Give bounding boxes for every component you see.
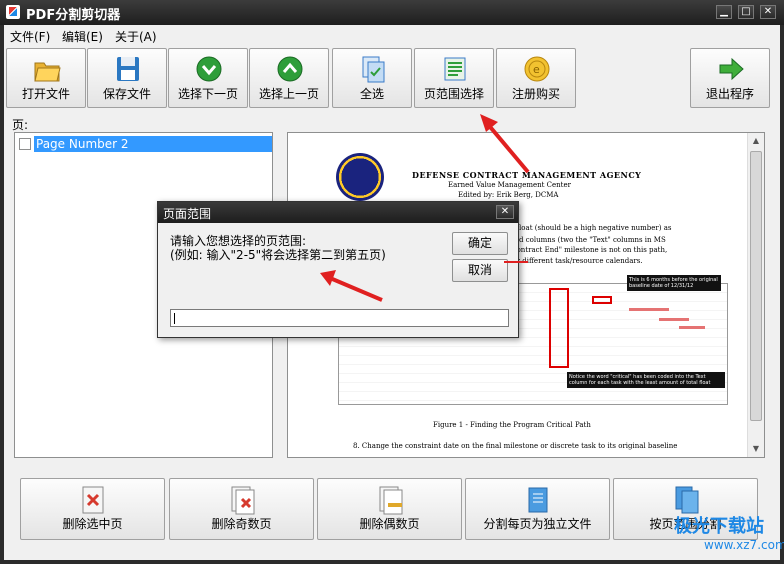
- select-all-label: 全选: [359, 87, 384, 101]
- exit-program-button[interactable]: 退出程序: [690, 48, 770, 108]
- page-checkbox[interactable]: [19, 138, 31, 150]
- select-all-pages-icon: [362, 56, 385, 83]
- menu-bar: 文件(F) 编辑(E) 关于(A): [4, 25, 780, 46]
- title-bar: PDF分割剪切器 ▁ □ ✕: [0, 0, 784, 25]
- dialog-title-bar: 页面范围 ✕: [158, 202, 518, 223]
- dialog-prompt-line: 请输入您想选择的页范围:: [170, 234, 307, 248]
- scroll-up-icon[interactable]: ▲: [748, 133, 764, 149]
- scroll-down-icon[interactable]: ▼: [748, 441, 764, 457]
- doc-header-editor: Edited by: Erik Berg, DCMA: [458, 191, 559, 199]
- doc-header-center: Earned Value Management Center: [448, 181, 571, 189]
- delete-selected-page-icon: [82, 486, 104, 514]
- preview-scrollbar[interactable]: ▲ ▼: [747, 133, 764, 457]
- maximize-button[interactable]: □: [738, 5, 754, 19]
- dialog-title: 页面范围: [163, 207, 212, 221]
- highlight-box: [549, 288, 569, 368]
- arrow-up-green-icon: [277, 56, 303, 82]
- floppy-disk-icon: [117, 57, 139, 81]
- doc-body-line: 8. Change the constraint date on the fin…: [353, 442, 678, 450]
- delete-even-pages-button[interactable]: 删除偶数页: [317, 478, 462, 540]
- doc-callout-top: This is 6 months before the original bas…: [627, 275, 721, 291]
- split-by-range-icon: [675, 486, 699, 514]
- gantt-bar: [629, 308, 669, 311]
- doc-callout-bottom: Notice the word "critical" has been code…: [567, 372, 725, 388]
- page-range-icon: [444, 57, 466, 81]
- watermark-url: www.xz7.com: [704, 538, 784, 552]
- select-next-page-button[interactable]: 选择下一页: [168, 48, 248, 108]
- page-range-dialog: 页面范围 ✕ 请输入您想选择的页范围: (例如: 输入"2-5"将会选择第二到第…: [157, 201, 519, 338]
- select-all-button[interactable]: 全选: [332, 48, 412, 108]
- dialog-prompt-example: (例如: 输入"2-5"将会选择第二到第五页): [170, 248, 386, 262]
- split-each-page-label: 分割每页为独立文件: [483, 517, 592, 531]
- window-title: PDF分割剪切器: [26, 8, 121, 23]
- exit-program-label: 退出程序: [705, 87, 754, 101]
- delete-odd-pages-button[interactable]: 删除奇数页: [169, 478, 314, 540]
- folder-open-icon: [34, 62, 61, 82]
- app-icon: [6, 5, 20, 19]
- arrow-down-green-icon: [196, 56, 222, 82]
- doc-paragraph-line: al float (should be a high negative numb…: [508, 224, 672, 232]
- page-item-label[interactable]: Page Number 2: [34, 136, 272, 152]
- open-file-button[interactable]: 打开文件: [6, 48, 86, 108]
- dialog-close-button[interactable]: ✕: [496, 205, 514, 219]
- menu-file[interactable]: 文件(F): [10, 28, 50, 45]
- doc-paragraph-line: ified columns (two the "Text" columns in…: [508, 236, 666, 244]
- gantt-bar: [659, 318, 689, 321]
- delete-even-pages-label: 删除偶数页: [359, 517, 420, 531]
- delete-selected-page-button[interactable]: 删除选中页: [20, 478, 165, 540]
- split-each-page-button[interactable]: 分割每页为独立文件: [465, 478, 610, 540]
- doc-paragraph-line: , or different task/resource calendars.: [508, 257, 643, 265]
- doc-figure-caption: Figure 1 - Finding the Program Critical …: [433, 421, 591, 429]
- page-range-select-button[interactable]: 页范围选择: [414, 48, 494, 108]
- cancel-button[interactable]: 取消: [452, 259, 508, 282]
- select-previous-page-label: 选择上一页: [258, 87, 319, 101]
- register-purchase-button[interactable]: e 注册购买: [496, 48, 576, 108]
- watermark-text: 极光下载站: [674, 516, 764, 537]
- delete-odd-pages-icon: [231, 486, 255, 515]
- exit-arrow-icon: [719, 57, 744, 81]
- delete-even-pages-icon: [379, 486, 403, 515]
- text-caret: [174, 313, 175, 324]
- select-previous-page-button[interactable]: 选择上一页: [249, 48, 329, 108]
- gantt-bar: [679, 326, 705, 329]
- page-range-select-label: 页范围选择: [423, 87, 484, 101]
- save-file-label: 保存文件: [102, 87, 151, 101]
- doc-header-agency: DEFENSE CONTRACT MANAGEMENT AGENCY: [412, 170, 642, 180]
- close-button[interactable]: ✕: [760, 5, 776, 19]
- open-file-label: 打开文件: [21, 87, 70, 101]
- select-next-page-label: 选择下一页: [177, 87, 238, 101]
- menu-edit[interactable]: 编辑(E): [62, 28, 103, 45]
- highlight-box: [592, 296, 612, 304]
- dialog-prompt: 请输入您想选择的页范围: (例如: 输入"2-5"将会选择第二到第五页): [170, 234, 386, 262]
- save-file-button[interactable]: 保存文件: [87, 48, 167, 108]
- coin-icon: e: [524, 56, 550, 82]
- list-item[interactable]: Page Number 2: [19, 136, 272, 152]
- site-watermark: 极光下载站 www.xz7.com: [646, 512, 784, 558]
- minimize-button[interactable]: ▁: [716, 5, 732, 19]
- register-purchase-label: 注册购买: [511, 87, 560, 101]
- page-range-input[interactable]: [170, 309, 509, 327]
- pages-label: 页:: [12, 118, 29, 132]
- split-pages-icon: [528, 487, 548, 513]
- scroll-thumb[interactable]: [750, 151, 762, 421]
- delete-selected-page-label: 删除选中页: [62, 517, 123, 531]
- dcma-seal-logo: [336, 153, 384, 201]
- ok-button[interactable]: 确定: [452, 232, 508, 255]
- svg-text:e: e: [533, 63, 540, 76]
- doc-paragraph-line: "Contract End" milestone is not on this …: [508, 246, 668, 254]
- menu-about[interactable]: 关于(A): [115, 28, 157, 45]
- delete-odd-pages-label: 删除奇数页: [211, 517, 272, 531]
